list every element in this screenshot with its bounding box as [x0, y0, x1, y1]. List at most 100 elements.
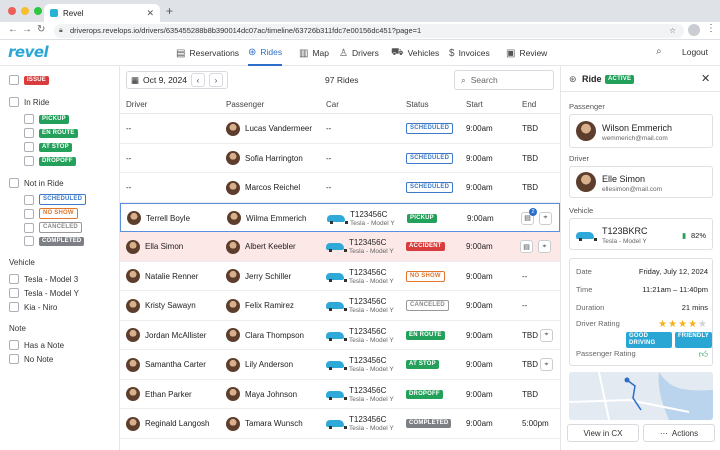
nav-drivers[interactable]: ♙ Drivers: [339, 40, 379, 66]
filter-at-stop[interactable]: AT STOP: [24, 142, 72, 152]
view-in-cx-button[interactable]: View in CX: [567, 424, 639, 442]
star-icon: ★: [658, 319, 669, 330]
nav-map[interactable]: ▥ Map: [299, 40, 329, 66]
actions-button[interactable]: ⋯ Actions: [643, 424, 715, 442]
nav-invoices[interactable]: $ Invoices: [449, 40, 490, 66]
table-row[interactable]: Kristy Sawayn Felix Ramirez T123456C Tesla …: [120, 291, 560, 321]
filter-has-note[interactable]: Has a Note: [9, 340, 64, 350]
table-row[interactable]: -- Sofia Harrington -- SCHEDULED 9:00am TBD: [120, 144, 560, 173]
close-tab-icon[interactable]: ✕: [146, 8, 154, 19]
table-row[interactable]: Natalie Renner Jerry Schiller T123456C Tesl…: [120, 262, 560, 291]
bookmark-star-icon[interactable]: ☆: [669, 24, 676, 38]
filter-dropoff[interactable]: DROPOFF: [24, 156, 76, 166]
filter-in-ride[interactable]: In Ride: [9, 97, 49, 107]
nav-review[interactable]: ▣ Review: [506, 40, 547, 66]
passenger-cell: Tamara Wunsch: [226, 409, 303, 438]
checkbox[interactable]: [9, 97, 19, 107]
filter-no-show[interactable]: NO SHOW: [24, 208, 78, 219]
filter-no-note[interactable]: No Note: [9, 354, 53, 364]
filter-completed[interactable]: COMPLETED: [24, 236, 85, 246]
column-driver[interactable]: Driver: [126, 100, 147, 109]
minimize-window-button[interactable]: [21, 7, 29, 15]
filter-vehicle-model-y[interactable]: Tesla - Model Y: [9, 288, 79, 298]
lock-icon: 🔒︎: [59, 27, 63, 34]
filter-canceled[interactable]: CANCELED: [24, 222, 82, 233]
avatar: [126, 298, 140, 313]
checkbox[interactable]: [24, 236, 34, 246]
column-start[interactable]: Start: [466, 100, 483, 109]
car-model: Tesla - Model Y: [350, 219, 395, 227]
checkbox[interactable]: [9, 288, 19, 298]
table-row[interactable]: Ethan Parker Maya Johnson T123456C Tesla - …: [120, 380, 560, 409]
date-picker[interactable]: ▦ Oct 9, 2024 ‹ ›: [126, 71, 228, 89]
filter-vehicle-model-3[interactable]: Tesla - Model 3: [9, 274, 78, 284]
filter-not-in-ride[interactable]: Not in Ride: [9, 178, 64, 188]
end-cell: ▤ 2 ⌖: [521, 204, 552, 233]
table-row[interactable]: Samantha Carter Lily Anderson T123456C Tesl…: [120, 350, 560, 380]
checkbox[interactable]: [24, 156, 34, 166]
previous-day-button[interactable]: ‹: [190, 73, 205, 87]
reload-icon[interactable]: ↻: [37, 24, 45, 35]
column-passenger[interactable]: Passenger: [226, 100, 264, 109]
profile-avatar[interactable]: [688, 24, 700, 36]
driver-card[interactable]: Elle Simon ellesimon@mail.com: [569, 166, 713, 198]
close-icon[interactable]: ✕: [701, 72, 710, 85]
checkbox[interactable]: [9, 178, 19, 188]
checkbox[interactable]: [24, 208, 34, 219]
checkbox[interactable]: [24, 142, 34, 152]
back-icon[interactable]: ←: [8, 24, 18, 35]
location-button[interactable]: ⌖: [539, 211, 552, 225]
nav-vehicles[interactable]: ⛟ Vehicles: [391, 40, 439, 66]
search-icon[interactable]: ⌕: [656, 46, 662, 57]
checkbox[interactable]: [24, 114, 34, 124]
column-car[interactable]: Car: [326, 100, 339, 109]
checkbox[interactable]: [9, 75, 19, 85]
nav-label: Map: [312, 48, 329, 58]
status-cell: PICKUP: [407, 204, 437, 233]
route-map[interactable]: [569, 372, 713, 420]
location-button[interactable]: ⌖: [540, 328, 553, 342]
vehicle-card[interactable]: T123BKRC Tesla - Model Y ▮ 82%: [569, 218, 713, 250]
status-cell: SCHEDULED: [406, 173, 454, 202]
filter-issue[interactable]: ISSUE: [9, 75, 50, 85]
table-row[interactable]: Ella Simon Albert Keebler T123456C Tesla - …: [120, 232, 560, 262]
passenger-card[interactable]: Wilson Emmerich wemmerich@mail.com: [569, 114, 713, 148]
revel-logo[interactable]: revel: [8, 43, 49, 61]
table-row[interactable]: Reginald Langosh Tamara Wunsch T123456C Tes…: [120, 409, 560, 439]
checkbox[interactable]: [24, 194, 34, 205]
nav-reservations[interactable]: ▤ Reservations: [176, 40, 239, 66]
notes-button[interactable]: ▤: [520, 240, 533, 253]
checkbox[interactable]: [24, 128, 34, 138]
passenger-cell: Maya Johnson: [226, 380, 297, 409]
url-field[interactable]: 🔒︎ driverops.revelops.io/drivers/6354552…: [54, 24, 684, 38]
new-tab-icon[interactable]: +: [166, 4, 173, 18]
maximize-window-button[interactable]: [34, 7, 42, 15]
column-end[interactable]: End: [522, 100, 536, 109]
table-row[interactable]: Terrell Boyle Wilma Emmerich T123456C Tesla…: [120, 202, 560, 233]
car-icon: [326, 331, 347, 341]
filter-scheduled[interactable]: SCHEDULED: [24, 194, 87, 205]
table-row[interactable]: Jordan McAllister Clara Thompson T123456C T…: [120, 321, 560, 350]
column-status[interactable]: Status: [406, 100, 429, 109]
browser-tab[interactable]: Revel ✕: [44, 4, 160, 22]
logout-button[interactable]: Logout: [682, 47, 708, 57]
filter-en-route[interactable]: EN ROUTE: [24, 128, 78, 138]
forward-icon[interactable]: →: [22, 24, 32, 35]
location-button[interactable]: ⌖: [540, 358, 553, 371]
checkbox[interactable]: [9, 274, 19, 284]
location-button[interactable]: ⌖: [538, 240, 551, 253]
checkbox[interactable]: [24, 222, 34, 233]
filter-pickup[interactable]: PICKUP: [24, 114, 69, 124]
close-window-button[interactable]: [8, 7, 16, 15]
table-row[interactable]: -- Lucas Vandermeer -- SCHEDULED 9:00am TBD: [120, 114, 560, 144]
checkbox[interactable]: [9, 302, 19, 312]
nav-rides[interactable]: ⊛ Rides: [248, 40, 283, 66]
search-input[interactable]: ⌕ Search: [454, 70, 554, 90]
table-row[interactable]: -- Marcos Reichel -- SCHEDULED 9:00am TBD: [120, 173, 560, 203]
checkbox[interactable]: [9, 340, 19, 350]
checkbox[interactable]: [9, 354, 19, 364]
filter-vehicle-niro[interactable]: Kia - Niro: [9, 302, 57, 312]
next-day-button[interactable]: ›: [208, 73, 223, 87]
browser-menu-icon[interactable]: ⋮: [706, 23, 716, 34]
notes-button[interactable]: ▤ 2: [521, 207, 537, 225]
